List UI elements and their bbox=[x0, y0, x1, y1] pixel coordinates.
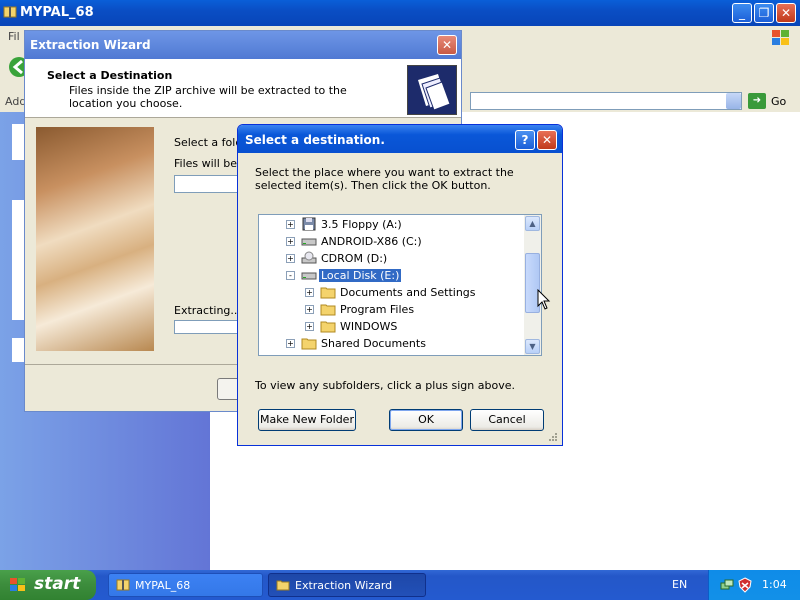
expand-icon[interactable]: + bbox=[286, 254, 295, 263]
drive-icon bbox=[301, 272, 317, 280]
tree-item[interactable]: + WINDOWS bbox=[259, 318, 523, 335]
wizard-side-image bbox=[36, 127, 154, 351]
tree-scrollbar[interactable]: ▲ ▼ bbox=[524, 215, 541, 355]
tree-item-label[interactable]: CDROM (D:) bbox=[319, 252, 389, 265]
tree-item[interactable]: +3.5 Floppy (A:) bbox=[259, 216, 523, 233]
taskbar-item-mypal[interactable]: MYPAL_68 bbox=[108, 573, 263, 597]
subfolder-hint: To view any subfolders, click a plus sig… bbox=[255, 379, 515, 392]
clock: 1:04 bbox=[762, 578, 787, 591]
tree-item[interactable]: + ANDROID-X86 (C:) bbox=[259, 233, 523, 250]
wizard-title-bar[interactable]: Extraction Wizard ✕ bbox=[25, 31, 461, 59]
expand-icon[interactable]: + bbox=[286, 220, 295, 229]
folder-icon bbox=[320, 321, 336, 333]
tree-item-label[interactable]: Local Disk (E:) bbox=[319, 269, 402, 282]
zip-folder-icon bbox=[116, 579, 130, 591]
windows-flag-icon bbox=[10, 578, 25, 591]
wizard-header-title: Select a Destination bbox=[47, 69, 173, 82]
scroll-down-icon[interactable]: ▼ bbox=[525, 339, 540, 354]
documents-folder-icon bbox=[407, 65, 457, 115]
help-button[interactable]: ? bbox=[515, 130, 535, 150]
extracting-label: Extracting... bbox=[174, 304, 241, 317]
tree-item-label[interactable]: Program Files bbox=[338, 303, 416, 316]
tree-item-label[interactable]: WINDOWS bbox=[338, 320, 399, 333]
wizard-header-description: Files inside the ZIP archive will be ext… bbox=[69, 84, 347, 110]
zip-folder-icon bbox=[3, 6, 17, 18]
wizard-title: Extraction Wizard bbox=[30, 38, 151, 52]
address-input[interactable] bbox=[470, 92, 742, 110]
dialog-close-button[interactable]: ✕ bbox=[537, 130, 557, 150]
select-destination-dialog: Select a destination. ? ✕ Select the pla… bbox=[237, 124, 563, 446]
tree-item[interactable]: - Local Disk (E:) bbox=[259, 267, 523, 284]
close-button[interactable]: ✕ bbox=[776, 3, 796, 23]
start-label[interactable]: start bbox=[34, 574, 80, 594]
go-button-label[interactable]: Go bbox=[771, 95, 786, 108]
tree-item[interactable]: + Program Files bbox=[259, 301, 523, 318]
tree-item-label[interactable]: Documents and Settings bbox=[338, 286, 478, 299]
folder-icon bbox=[301, 338, 317, 350]
mouse-cursor-icon bbox=[537, 289, 551, 310]
dialog-title: Select a destination. bbox=[245, 133, 385, 147]
drive-icon bbox=[301, 238, 317, 246]
explorer-title-bar[interactable]: MYPAL_68 _ ❐ ✕ bbox=[0, 0, 800, 26]
expand-icon[interactable]: + bbox=[305, 288, 314, 297]
tree-item[interactable]: + Shared Documents bbox=[259, 335, 523, 352]
folder-icon bbox=[320, 304, 336, 316]
taskbar-item-label: MYPAL_68 bbox=[135, 579, 191, 592]
tree-item-label[interactable]: ANDROID-X86 (C:) bbox=[319, 235, 424, 248]
collapse-icon[interactable]: - bbox=[286, 271, 295, 280]
explorer-title: MYPAL_68 bbox=[20, 5, 94, 20]
folder-icon bbox=[276, 580, 290, 591]
wizard-close-button[interactable]: ✕ bbox=[437, 35, 457, 55]
folder-tree[interactable]: +3.5 Floppy (A:) + ANDROID-X86 (C:) + CDROM … bbox=[258, 214, 542, 356]
taskbar-item-label: Extraction Wizard bbox=[295, 579, 393, 592]
windows-logo-icon bbox=[772, 30, 789, 45]
dialog-title-bar[interactable]: Select a destination. ? ✕ bbox=[238, 125, 562, 153]
tree-item[interactable]: + CDROM (D:) bbox=[259, 250, 523, 267]
tree-item[interactable]: + Documents and Settings bbox=[259, 284, 523, 301]
folder-icon bbox=[320, 287, 336, 299]
dialog-instructions: Select the place where you want to extra… bbox=[255, 166, 514, 192]
resize-grip-icon[interactable] bbox=[546, 430, 558, 442]
ok-button[interactable]: OK bbox=[389, 409, 463, 431]
language-indicator[interactable]: EN bbox=[672, 578, 687, 591]
expand-icon[interactable]: + bbox=[305, 305, 314, 314]
floppy-icon bbox=[302, 217, 316, 231]
tree-item-label[interactable]: Shared Documents bbox=[319, 337, 428, 350]
make-new-folder-button[interactable]: Make New Folder bbox=[258, 409, 356, 431]
tree-item-label[interactable]: 3.5 Floppy (A:) bbox=[319, 218, 404, 231]
network-icon[interactable] bbox=[719, 577, 735, 593]
taskbar-item-extraction-wizard[interactable]: Extraction Wizard bbox=[268, 573, 426, 597]
minimize-button[interactable]: _ bbox=[732, 3, 752, 23]
security-shield-icon[interactable] bbox=[737, 577, 753, 593]
menu-file[interactable]: Fil bbox=[8, 30, 20, 43]
address-dropdown-chevron-icon[interactable] bbox=[726, 93, 741, 109]
cancel-button[interactable]: Cancel bbox=[470, 409, 544, 431]
go-arrow-icon[interactable]: ➜ bbox=[748, 93, 766, 109]
expand-icon[interactable]: + bbox=[286, 339, 295, 348]
expand-icon[interactable]: + bbox=[286, 237, 295, 246]
scroll-up-icon[interactable]: ▲ bbox=[525, 216, 540, 231]
maximize-button[interactable]: ❐ bbox=[754, 3, 774, 23]
cdrom-icon bbox=[301, 251, 317, 264]
expand-icon[interactable]: + bbox=[305, 322, 314, 331]
